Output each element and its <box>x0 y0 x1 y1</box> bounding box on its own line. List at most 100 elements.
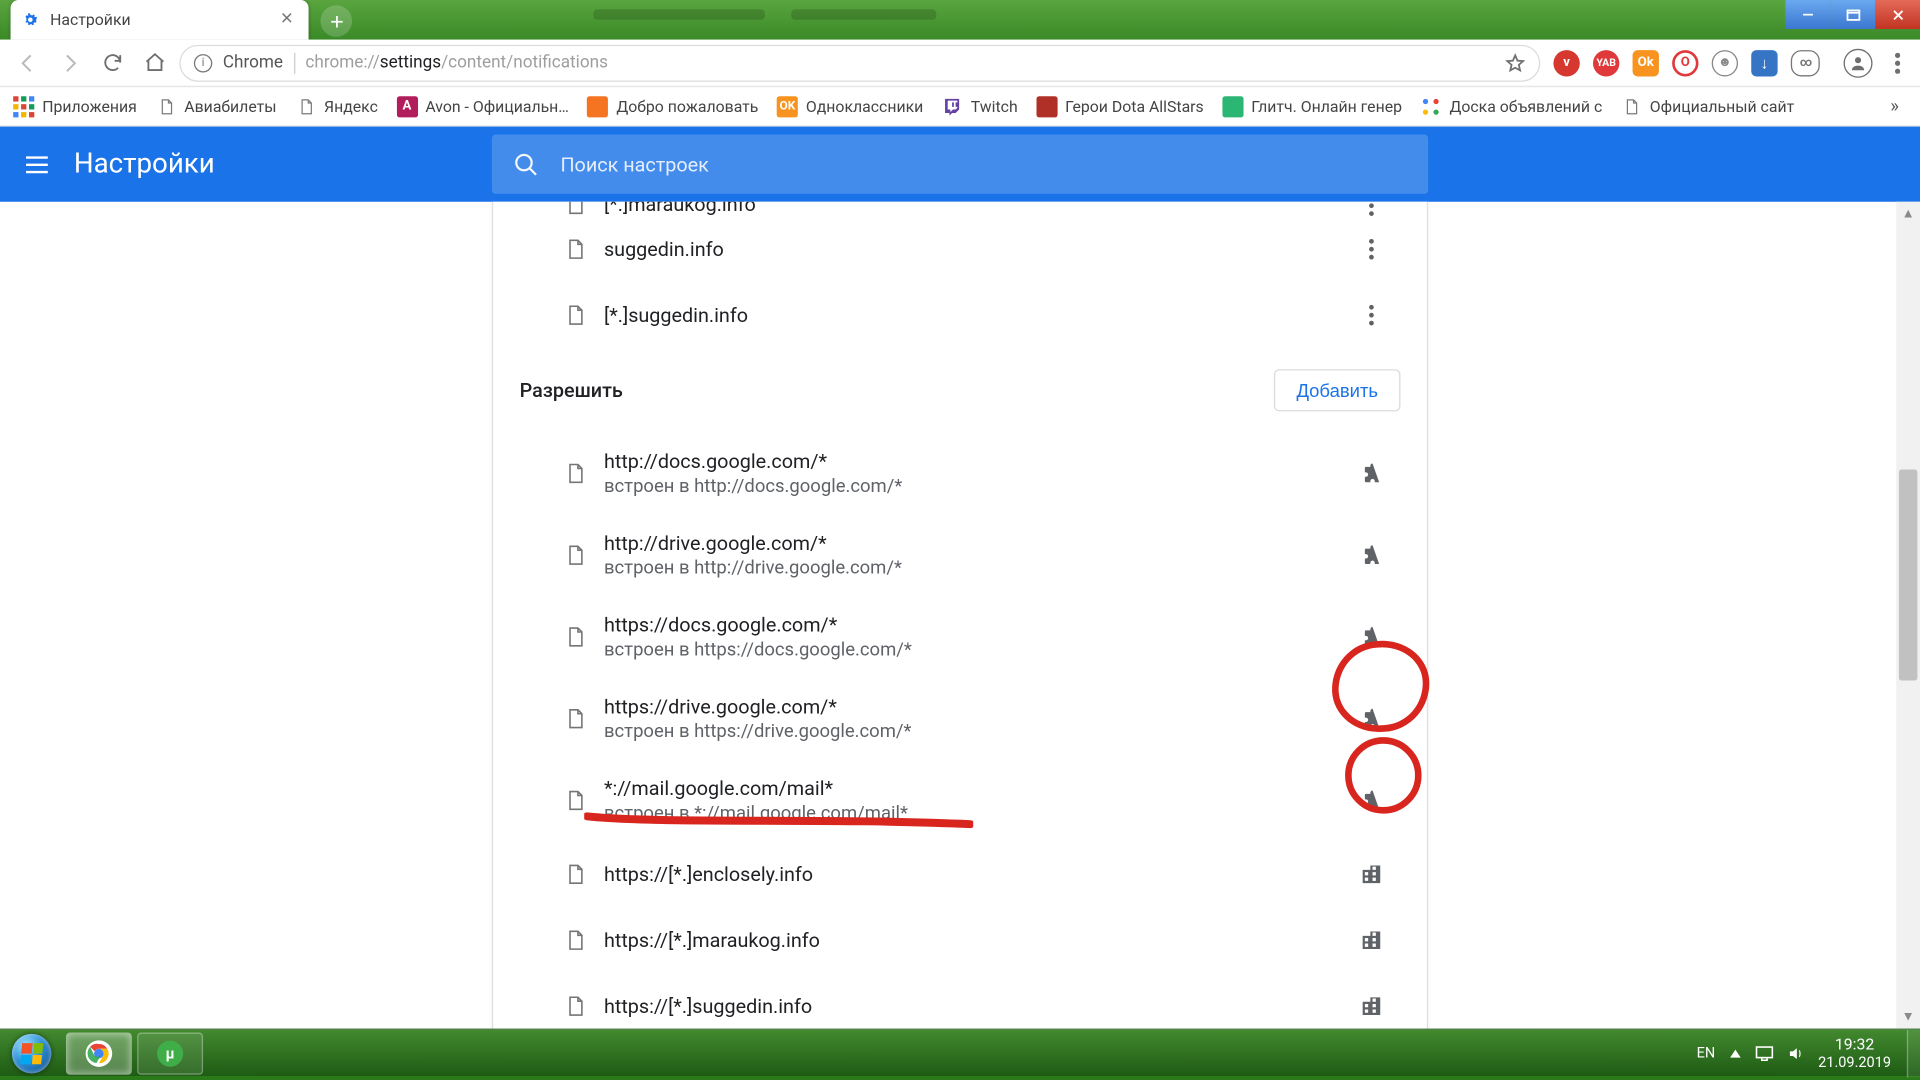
bookmark-label: Добро пожаловать <box>616 97 758 115</box>
bookmark-item[interactable]: Официальный сайт <box>1621 96 1794 117</box>
bookmark-label: Доска объявлений с <box>1449 97 1602 115</box>
omnibox[interactable]: i Chrome chrome://settings/content/notif… <box>179 44 1540 81</box>
settings-search[interactable]: Поиск настроек <box>492 135 1428 194</box>
add-site-button[interactable]: Добавить <box>1274 369 1400 411</box>
windows-taskbar: µ EN 19:32 21.09.2019 <box>0 1029 1920 1076</box>
bookmark-item[interactable]: Герои Dota AllStars <box>1036 96 1204 117</box>
taskbar-utorrent-button[interactable]: µ <box>137 1032 203 1074</box>
tray-action-center-icon[interactable] <box>1755 1045 1773 1061</box>
extension-puzzle-icon[interactable] <box>1342 460 1400 486</box>
site-url: https://drive.google.com/* <box>604 695 1342 719</box>
page-scrollbar-thumb[interactable] <box>1899 469 1917 680</box>
nav-home-button[interactable] <box>137 45 171 79</box>
allowed-site-row: https://[*.]suggedin.info <box>493 973 1427 1028</box>
taskbar-chrome-button[interactable] <box>66 1032 132 1074</box>
window-minimize-button[interactable]: — <box>1786 0 1831 29</box>
site-url: *://mail.google.com/mail* <box>604 777 1342 801</box>
extension-puzzle-icon[interactable] <box>1342 706 1400 732</box>
scroll-down-icon[interactable]: ▼ <box>1896 1005 1920 1029</box>
bookmark-item[interactable]: Доска объявлений с <box>1420 96 1602 117</box>
file-icon <box>546 862 604 886</box>
tray-clock[interactable]: 19:32 21.09.2019 <box>1818 1036 1896 1070</box>
organization-building-icon[interactable] <box>1342 927 1400 953</box>
settings-scroll-region[interactable]: [*.]maraukog.info suggedin.info [*.]sugged… <box>0 202 1896 1029</box>
show-desktop-button[interactable] <box>1907 1029 1920 1076</box>
settings-page: Настройки Поиск настроек [*.]maraukog.in… <box>0 127 1920 1029</box>
close-tab-icon[interactable] <box>280 11 298 29</box>
window-maximize-button[interactable] <box>1830 0 1875 29</box>
ext-link-icon[interactable]: ∞ <box>1791 49 1820 75</box>
organization-building-icon[interactable] <box>1342 861 1400 887</box>
tray-language[interactable]: EN <box>1697 1044 1716 1061</box>
bookmark-item[interactable]: Яндекс <box>295 96 378 117</box>
allowed-site-row: https://drive.google.com/*встроен в http… <box>493 678 1427 760</box>
secure-scheme-label: Chrome <box>223 53 283 73</box>
allowed-site-row: http://docs.google.com/*встроен в http:/… <box>493 433 1427 515</box>
apps-shortcut[interactable]: Приложения <box>13 96 137 117</box>
extension-icons: v YAB Ok O ☻ ↓ ∞ <box>1548 49 1825 75</box>
file-icon <box>546 707 604 731</box>
site-embed-note: встроен в https://docs.google.com/* <box>604 640 1342 661</box>
file-icon <box>546 237 604 261</box>
ext-download-icon[interactable]: ↓ <box>1751 49 1777 75</box>
site-url: https://[*.]suggedin.info <box>604 994 1342 1018</box>
extension-puzzle-icon[interactable] <box>1342 624 1400 650</box>
file-icon <box>546 928 604 952</box>
chrome-menu-button[interactable] <box>1886 51 1910 75</box>
bookmark-label: Глитч. Онлайн генер <box>1251 97 1402 115</box>
bookmark-star-icon[interactable] <box>1505 52 1526 73</box>
site-url: https://docs.google.com/* <box>604 613 1342 637</box>
bookmark-label: Официальный сайт <box>1650 97 1794 115</box>
bookmark-item[interactable]: Глитч. Онлайн генер <box>1222 96 1402 117</box>
allow-label: Разрешить <box>520 378 623 402</box>
bookmark-item[interactable]: OKОдноклассники <box>777 96 923 117</box>
ext-opera-icon[interactable]: O <box>1672 49 1698 75</box>
new-tab-button[interactable] <box>320 5 352 37</box>
bookmarks-overflow-button[interactable]: » <box>1890 96 1907 117</box>
site-embed-note: встроен в http://docs.google.com/* <box>604 476 1342 497</box>
row-menu-button[interactable] <box>1342 239 1400 260</box>
file-icon <box>546 462 604 486</box>
blocked-site-row: [*.]maraukog.info <box>493 202 1427 217</box>
site-url: suggedin.info <box>604 237 1342 261</box>
settings-title: Настройки <box>74 148 215 180</box>
extension-puzzle-icon[interactable] <box>1342 787 1400 813</box>
bookmark-item[interactable]: Добро пожаловать <box>587 96 758 117</box>
window-controls: — <box>1786 0 1920 29</box>
ext-vk-icon[interactable]: v <box>1553 49 1579 75</box>
site-url: https://[*.]enclosely.info <box>604 862 1342 886</box>
bookmark-label: Герои Dota AllStars <box>1065 97 1204 115</box>
ext-ok-icon[interactable]: Ok <box>1633 49 1659 75</box>
file-icon <box>546 543 604 567</box>
row-menu-button[interactable] <box>1342 202 1400 217</box>
nav-forward-button[interactable] <box>53 45 87 79</box>
nav-back-button[interactable] <box>11 45 45 79</box>
row-menu-button[interactable] <box>1342 305 1400 326</box>
bookmark-label: Avon - Официальн… <box>425 97 569 115</box>
hamburger-menu-button[interactable] <box>0 150 74 179</box>
ext-yab-icon[interactable]: YAB <box>1593 49 1619 75</box>
bookmark-item[interactable]: Twitch <box>942 96 1018 117</box>
allowed-site-row: https://docs.google.com/* встроен в https… <box>493 596 1427 678</box>
scroll-up-icon[interactable]: ▲ <box>1896 202 1920 226</box>
start-button[interactable] <box>0 1029 63 1076</box>
bookmark-item[interactable]: AAvon - Официальн… <box>396 96 569 117</box>
allowed-site-row: http://drive.google.com/*встроен в http:… <box>493 514 1427 596</box>
site-embed-note: встроен в http://drive.google.com/* <box>604 558 1342 579</box>
bookmark-label: Одноклассники <box>806 97 923 115</box>
organization-building-icon[interactable] <box>1342 993 1400 1019</box>
nav-reload-button[interactable] <box>95 45 129 79</box>
bookmark-item[interactable]: Авиабилеты <box>155 96 276 117</box>
tray-volume-icon[interactable] <box>1786 1044 1804 1062</box>
apps-shortcut-label: Приложения <box>42 97 137 115</box>
profile-avatar-button[interactable] <box>1844 48 1873 77</box>
ext-assistant-icon[interactable]: ☻ <box>1712 49 1738 75</box>
extension-puzzle-icon[interactable] <box>1342 542 1400 568</box>
browser-tab[interactable]: Настройки <box>11 0 309 40</box>
site-url: [*.]maraukog.info <box>604 202 1342 217</box>
site-info-icon[interactable]: i <box>194 53 212 71</box>
blocked-site-row: [*.]suggedin.info <box>493 282 1427 348</box>
blocked-site-row: suggedin.info <box>493 216 1427 282</box>
window-close-button[interactable] <box>1875 0 1920 29</box>
tray-show-hidden-icon[interactable] <box>1728 1046 1741 1059</box>
